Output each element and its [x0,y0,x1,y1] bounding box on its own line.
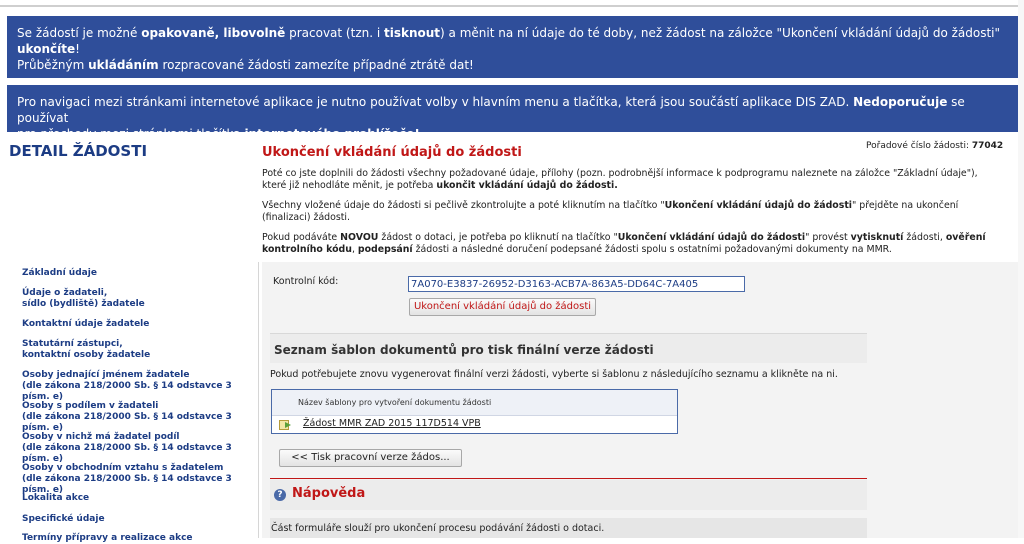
sidebar-item-label: Osoby v nichž má žadatel podíl [22,432,180,442]
paragraph-text-bold: vytisknutí [850,232,904,243]
help-icon: ? [274,489,286,501]
banner-text-bold: Nedoporučuje [853,95,948,109]
sidebar-item-specificke-udaje[interactable]: Specifické údaje [22,514,105,525]
help-divider [270,478,867,479]
sidebar-item-terminy[interactable]: Termíny přípravy a realizace akce [22,533,193,544]
paragraph-line: (finalizaci) žádosti. [262,211,351,223]
paragraph-text-bold: Ukončení vkládání údajů do žádosti [617,232,806,243]
sidebar-item-sublabel: (dle zákona 218/2000 Sb. § 14 odstavce 3… [22,412,232,433]
info-banner-navigation: Pro navigaci mezi stránkami internetové … [7,85,1018,141]
paragraph-text-bold: NOVOU [340,232,379,243]
sidebar-item-statutarni-zastupci[interactable]: Statutární zástupci, kontaktní osoby žada… [22,339,150,361]
paragraph-text: Pokud podáváte [262,232,341,243]
templates-table-header: Název šablony pro vytvoření dokumentu žá… [272,390,677,416]
sidebar-item-osoby-s-podilem[interactable]: Osoby s podílem v žadateli (dle zákona 21… [22,401,257,434]
sidebar-item-label: Údaje o žadateli, [22,288,108,298]
banner-line-1: Se žádostí je možné opakovaně, libovolně… [17,25,1008,41]
application-number-label: Pořadové číslo žádosti: [866,141,972,151]
paragraph-line: Poté co jste doplnili do žádosti všechny… [262,168,978,179]
sidebar-item-sublabel: kontaktní osoby žadatele [22,350,151,360]
sidebar-item-label: Statutární zástupci, [22,339,123,349]
application-number: Pořadové číslo žádosti: 77042 [866,141,1003,151]
sidebar-item-osoby-v-obchodnim-vztahu[interactable]: Osoby v obchodním vztahu s žadatelem (dle… [22,463,257,496]
paragraph-text-bold: Ukončení vkládání údajů do žádosti [664,200,853,211]
sidebar-item-label: Kontaktní údaje žadatele [22,319,150,329]
sidebar-item-label: Osoby v obchodním vztahu s žadatelem [22,463,224,473]
sidebar-item-label: Osoby s podílem v žadateli [22,401,159,411]
paragraph-text-bold: ověření [945,232,986,243]
help-text: Část formuláře slouží pro ukončení proce… [271,523,605,534]
template-link[interactable]: Žádost MMR ZAD 2015 117D514 VPB [303,418,481,429]
banner-line-3: Průběžným ukládáním rozpracované žádosti… [17,57,1008,73]
table-row[interactable]: Žádost MMR ZAD 2015 117D514 VPB [272,417,677,433]
help-header: ? Nápověda [270,480,867,510]
sidebar-item-udaje-o-zadateli[interactable]: Údaje o žadateli, sídlo (bydliště) žadate… [22,288,145,310]
top-divider [0,5,1024,7]
paragraph-text: které již nehodláte měnit, je potřeba [262,179,437,191]
paragraph-line: Pokud podáváte NOVOU žádost o dotaci, je… [262,232,1014,244]
help-title: Nápověda [292,486,366,501]
banner-line-2: ukončíte! [17,41,1008,57]
templates-section-title: Seznam šablon dokumentů pro tisk finální… [270,333,867,363]
banner-text: pracovat (tzn. i [285,26,384,40]
banner-text: pro přechody mezi stránkami tlačítka [17,127,245,141]
instructions-paragraph-2: Všechny vložené údaje do žádosti si pečl… [262,200,1014,223]
sidebar-item-sublabel: (dle zákona 218/2000 Sb. § 14 odstavce 3… [22,443,232,464]
document-arrow-icon [279,420,291,430]
sidebar-divider [258,262,259,538]
paragraph-text-bold: ukončit vkládání údajů do žádosti. [436,179,618,191]
templates-table: Název šablony pro vytvoření dokumentu žá… [271,389,678,434]
sidebar-item-sublabel: sídlo (bydliště) žadatele [22,299,145,309]
scrollbar[interactable] [1018,0,1024,538]
sidebar-item-label: Termíny přípravy a realizace akce [22,533,193,543]
instructions-paragraph-3: Pokud podáváte NOVOU žádost o dotaci, je… [262,232,1014,255]
sidebar-item-label: Specifické údaje [22,514,105,524]
banner-text-bold: internetového prohlížeče! [244,127,420,141]
paragraph-text: žádosti, [903,232,946,243]
info-banner-editing: Se žádostí je možné opakovaně, libovolně… [7,16,1018,78]
page-title: Ukončení vkládání údajů do žádosti [262,145,522,160]
paragraph-line: Všechny vložené údaje do žádosti si pečl… [262,200,1014,212]
sidebar-item-zakladni-udaje[interactable]: Základní údaje [22,268,97,279]
paragraph-line: kontrolního kódu, podepsání žádosti a ná… [262,244,1014,256]
paragraph-text: žádost o dotaci, je potřeba po kliknutí … [378,232,618,243]
banner-text: Průběžným [17,58,89,72]
banner-text: . [419,127,424,141]
banner-text-bold: ukládáním [88,58,159,72]
banner-text: ! [75,42,80,56]
control-code-label: Kontrolní kód: [273,276,339,287]
sidebar-item-kontaktni-udaje[interactable]: Kontaktní údaje žadatele [22,319,149,330]
banner-text-bold: opakovaně, libovolně [141,26,286,40]
print-working-version-button[interactable]: << Tisk pracovní verze žádos... [279,449,462,467]
banner-text: ) a měnit na ní údaje do té doby, než žá… [440,26,1001,40]
banner-line-2: pro přechody mezi stránkami tlačítka int… [17,126,1008,142]
sidebar-item-sublabel: (dle zákona 218/2000 Sb. § 14 odstavce 3… [22,381,232,402]
finish-entry-button[interactable]: Ukončení vkládání údajů do žádosti [409,298,596,316]
banner-text: rozpracované žádosti zamezíte případné z… [158,58,474,72]
sidebar-item-osoby-jednajici[interactable]: Osoby jednající jménem žadatele (dle záko… [22,370,257,403]
sidebar-item-lokalita-akce[interactable]: Lokalita akce [22,493,89,504]
sidebar-item-label: Osoby jednající jménem žadatele [22,370,190,380]
paragraph-text: " provést [805,232,851,243]
banner-text: Se žádostí je možné [17,26,142,40]
instructions-paragraph-1: Poté co jste doplnili do žádosti všechny… [262,168,1014,191]
banner-line-1: Pro navigaci mezi stránkami internetové … [17,94,1008,126]
sidebar-title: DETAIL ŽÁDOSTI [9,142,148,160]
sidebar-item-label: Lokalita akce [22,493,90,503]
banner-text-bold: tisknout [384,26,441,40]
banner-text: Pro navigaci mezi stránkami internetové … [17,95,854,109]
banner-text-bold: ukončíte [17,42,76,56]
sidebar-item-label: Základní údaje [22,268,97,278]
paragraph-text-bold: kontrolního kódu [262,243,352,255]
paragraph-text: žádosti a následné doručení podepsané žá… [412,243,892,255]
paragraph-line: které již nehodláte měnit, je potřeba uk… [262,180,1014,192]
paragraph-text: Všechny vložené údaje do žádosti si pečl… [262,200,665,211]
templates-note: Pokud potřebujete znovu vygenerovat finá… [270,369,838,380]
control-code-field[interactable]: 7A070-E3837-26952-D3163-ACB7A-863A5-DD64… [408,276,745,292]
paragraph-text-bold: podepsání [357,243,413,255]
sidebar-item-osoby-v-nichz[interactable]: Osoby v nichž má žadatel podíl (dle zákon… [22,432,257,465]
paragraph-text: " přejděte na ukončení [852,200,959,211]
application-number-value: 77042 [971,141,1004,151]
